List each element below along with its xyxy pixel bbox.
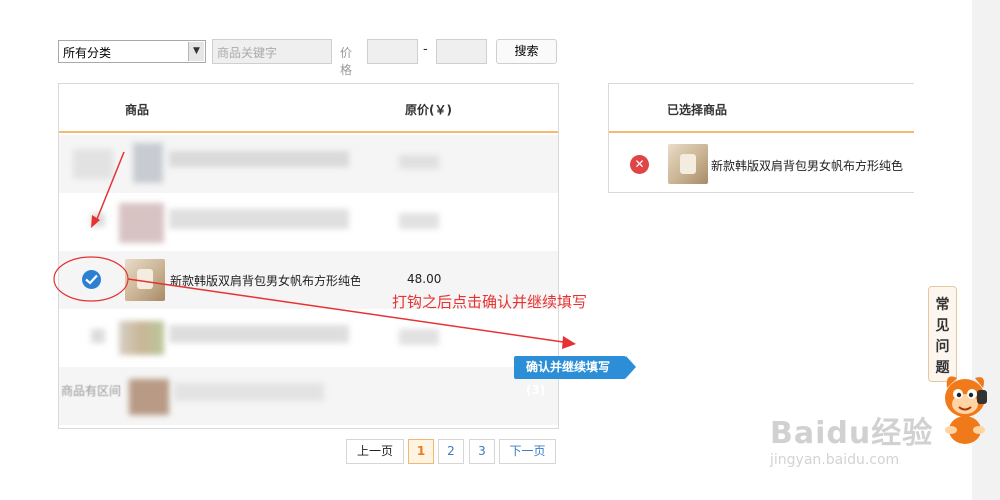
blurred-content — [91, 213, 105, 227]
product-thumbnail — [125, 259, 165, 301]
blurred-thumbnail — [129, 379, 169, 415]
product-price: 48.00 — [407, 272, 442, 286]
blurred-thumbnail — [119, 203, 164, 243]
page-3-button[interactable]: 3 — [469, 439, 495, 464]
annotation-arrowhead — [562, 336, 576, 349]
confirm-continue-button[interactable]: 确认并继续填写(3) — [514, 356, 636, 397]
blurred-content — [73, 149, 113, 179]
price-min-input[interactable] — [367, 39, 418, 64]
keyword-placeholder: 商品关键字 — [217, 46, 278, 60]
category-select-value: 所有分类 — [63, 46, 112, 60]
blurred-thumbnail — [119, 321, 164, 355]
watermark-url: jingyan.baidu.com — [770, 452, 900, 468]
selected-panel-header: 已选择商品 — [609, 84, 914, 133]
price-max-input[interactable] — [436, 39, 487, 64]
chevron-down-icon: ▼ — [188, 42, 204, 61]
blurred-content — [174, 383, 324, 401]
selected-product-title: 新款韩版双肩背包男女帆布方形纯色 — [711, 159, 904, 173]
product-table-header: 商品 原价(￥) — [59, 84, 558, 133]
watermark-logo: Baidu经验 — [770, 416, 934, 451]
table-row[interactable] — [59, 367, 558, 425]
prev-page-button[interactable]: 上一页 — [346, 439, 404, 464]
blurred-content — [169, 209, 349, 229]
category-select[interactable]: 所有分类 ▼ — [58, 40, 206, 63]
faq-char: 常 — [935, 297, 950, 313]
page-2-button[interactable]: 2 — [438, 439, 464, 464]
selected-product-thumbnail — [668, 144, 708, 184]
mascot-icon[interactable] — [935, 360, 995, 450]
selected-panel-title: 已选择商品 — [667, 103, 728, 117]
next-page-button[interactable]: 下一页 — [499, 439, 556, 464]
search-button[interactable]: 搜索 — [496, 39, 557, 64]
blurred-content — [169, 325, 349, 343]
blurred-content — [399, 213, 439, 229]
table-row[interactable] — [59, 193, 558, 251]
checked-checkbox-icon[interactable] — [82, 270, 101, 289]
faq-char: 见 — [935, 318, 950, 334]
column-header-product: 商品 — [125, 103, 150, 117]
table-row[interactable] — [59, 309, 558, 367]
price-range-dash: - — [423, 42, 428, 57]
remove-icon[interactable]: ✕ — [630, 155, 649, 174]
faq-char: 问 — [935, 339, 950, 355]
partial-row-text: 商品有区间 — [61, 384, 122, 398]
price-label: 价格 — [340, 46, 353, 77]
blurred-thumbnail — [133, 143, 163, 183]
selected-products-panel: 已选择商品 ✕ 新款韩版双肩背包男女帆布方形纯色 — [608, 83, 914, 193]
blurred-content — [399, 329, 439, 345]
column-header-price: 原价(￥) — [405, 103, 452, 117]
table-row[interactable] — [59, 135, 558, 193]
annotation-text: 打钩之后点击确认并继续填写 — [392, 293, 588, 311]
blurred-content — [169, 151, 349, 167]
blurred-content — [91, 329, 105, 343]
product-table: 商品 原价(￥) 新款韩版双肩背包男女帆布方形纯色 48.00 商品有区间 — [58, 83, 559, 429]
keyword-input[interactable]: 商品关键字 — [212, 39, 332, 64]
page-1-button[interactable]: 1 — [408, 439, 434, 464]
blurred-content — [399, 155, 439, 169]
product-title: 新款韩版双肩背包男女帆布方形纯色 — [170, 274, 360, 288]
